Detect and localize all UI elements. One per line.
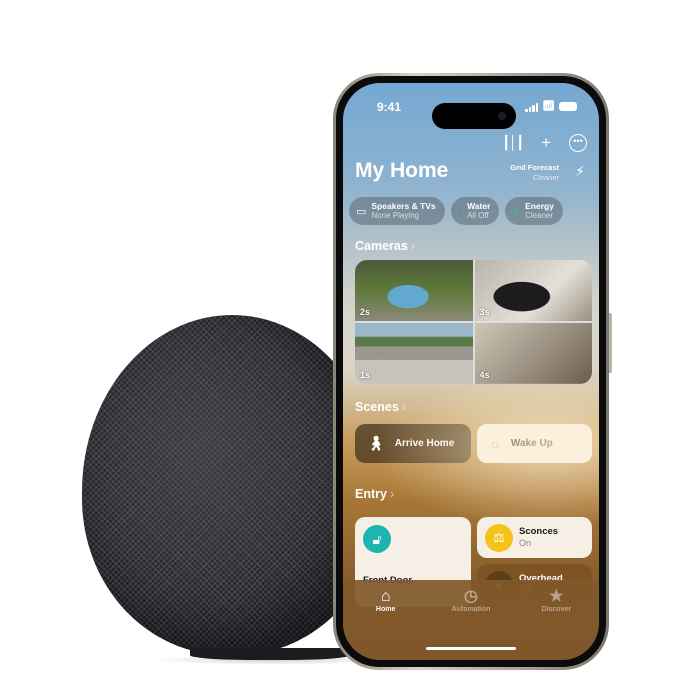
star-icon: ★ bbox=[549, 588, 564, 605]
chevron-right-icon: › bbox=[410, 239, 415, 253]
camera-timestamp: 3s bbox=[479, 307, 490, 317]
accessory-name: Sconces bbox=[519, 526, 559, 537]
accessory-sconces[interactable]: ⚖︎ Sconces On bbox=[477, 517, 592, 558]
camera-timestamp: 1s bbox=[360, 370, 371, 380]
walking-person-icon: 🚶︎ bbox=[367, 435, 385, 451]
front-camera bbox=[498, 112, 506, 120]
chip-subtitle: All Off bbox=[467, 211, 489, 220]
tab-bar: ⌂ Home ◷ Automation ★ Discover bbox=[343, 580, 599, 660]
accessory-status: On bbox=[519, 538, 532, 548]
chip-water[interactable]: 💧︎ Water All Off bbox=[450, 197, 500, 225]
bolt-icon: ⚡︎ bbox=[512, 205, 521, 218]
tab-label: Discover bbox=[541, 606, 572, 613]
grid-forecast[interactable]: Grid Forecast Cleaner bbox=[510, 163, 559, 183]
camera-feed[interactable]: 1s bbox=[355, 323, 473, 384]
grid-forecast-value: Cleaner bbox=[532, 173, 559, 182]
unlocked-lock-icon: 🔓︎ bbox=[363, 525, 391, 553]
status-time: 9:41 bbox=[377, 100, 402, 114]
camera-grid: 2s 3s 1s 4s bbox=[355, 260, 592, 384]
camera-feed[interactable]: 4s bbox=[474, 323, 592, 384]
scene-label: Arrive Home bbox=[394, 438, 455, 449]
cellular-signal-icon bbox=[525, 102, 539, 112]
section-title: Cameras bbox=[355, 239, 408, 253]
chevron-right-icon: › bbox=[389, 487, 395, 501]
page-title: My Home bbox=[355, 159, 449, 182]
grid-forecast-label: Grid Forecast bbox=[510, 163, 559, 172]
camera-timestamp: 2s bbox=[360, 307, 371, 317]
camera-feed[interactable]: 3s bbox=[474, 260, 592, 321]
sunrise-icon: ☼ bbox=[489, 436, 501, 451]
toolbar: ┃│┃ + ••• bbox=[502, 133, 587, 153]
homepod-base bbox=[190, 648, 350, 660]
sconce-icon: ⚖︎ bbox=[485, 524, 513, 552]
camera-feed[interactable]: 2s bbox=[355, 260, 473, 321]
tab-discover[interactable]: ★ Discover bbox=[521, 588, 591, 660]
status-chips: ▭ Speakers & TVs None Playing 💧︎ Water A… bbox=[349, 197, 563, 225]
scene-wake-up[interactable]: ☼ Wake Up bbox=[477, 424, 592, 463]
tab-label: Automation bbox=[451, 606, 491, 613]
chip-energy[interactable]: ⚡︎ Energy Cleaner bbox=[505, 197, 563, 225]
section-title: Scenes bbox=[355, 400, 399, 414]
tab-home[interactable]: ⌂ Home bbox=[351, 588, 421, 660]
water-drop-icon: 💧︎ bbox=[457, 204, 463, 217]
chip-subtitle: Cleaner bbox=[525, 211, 554, 220]
house-icon: ⌂ bbox=[380, 588, 391, 605]
iphone-device: 9:41 📶︎ ┃│┃ + ••• My Home Grid Forecast bbox=[333, 73, 612, 670]
section-entry[interactable]: Entry › bbox=[355, 487, 394, 501]
tab-label: Home bbox=[375, 606, 396, 613]
chevron-right-icon: › bbox=[401, 400, 406, 414]
battery-icon bbox=[559, 102, 577, 111]
clock-check-icon: ◷ bbox=[464, 588, 478, 605]
speakers-tv-icon: ▭ bbox=[356, 205, 367, 218]
home-indicator[interactable] bbox=[426, 647, 516, 650]
scene-arrive-home[interactable]: 🚶︎ Arrive Home bbox=[355, 424, 471, 463]
home-app-screen: 9:41 📶︎ ┃│┃ + ••• My Home Grid Forecast bbox=[343, 83, 599, 660]
chip-title: Speakers & TVs bbox=[371, 201, 436, 211]
chip-title: Water bbox=[467, 201, 491, 211]
ellipsis-circle-icon[interactable]: ••• bbox=[569, 134, 587, 152]
chip-speakers-tvs[interactable]: ▭ Speakers & TVs None Playing bbox=[349, 197, 445, 225]
dynamic-island bbox=[432, 103, 516, 129]
side-button bbox=[609, 313, 612, 373]
chip-title: Energy bbox=[525, 201, 554, 211]
bolt-sparkle-icon[interactable]: ⚡︎ bbox=[575, 163, 585, 180]
section-scenes[interactable]: Scenes › bbox=[355, 400, 406, 414]
waveform-icon[interactable]: ┃│┃ bbox=[502, 135, 524, 151]
plus-icon[interactable]: + bbox=[541, 133, 551, 153]
status-bar: 9:41 📶︎ bbox=[343, 97, 599, 129]
scene-label: Wake Up bbox=[510, 438, 553, 449]
wifi-icon: 📶︎ bbox=[542, 101, 555, 112]
section-title: Entry bbox=[355, 487, 387, 501]
section-cameras[interactable]: Cameras › bbox=[355, 239, 415, 253]
camera-timestamp: 4s bbox=[479, 370, 490, 380]
chip-subtitle: None Playing bbox=[371, 211, 419, 220]
